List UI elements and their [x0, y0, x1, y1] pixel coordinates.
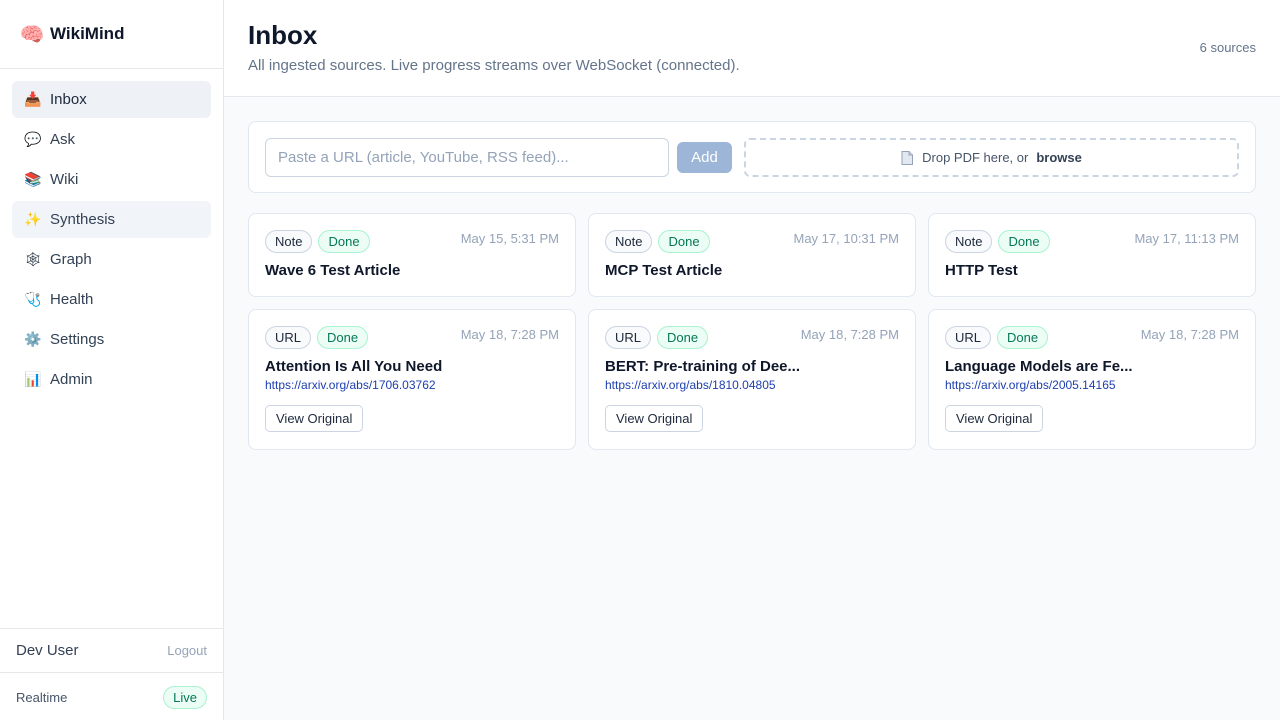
source-count: 6 sources: [1199, 40, 1256, 55]
sidebar-item-label: Ask: [50, 131, 76, 148]
sidebar: 🧠 WikiMind 📥 Inbox 💬 Ask 📚 Wiki ✨ Synthe…: [0, 0, 224, 720]
sparkles-icon: ✨: [24, 211, 42, 227]
card-date: May 15, 5:31 PM: [460, 231, 559, 246]
type-badge: URL: [945, 326, 992, 349]
sidebar-item-label: Graph: [50, 251, 92, 268]
status-badge: Done: [997, 326, 1049, 349]
brain-icon: 🧠: [19, 23, 45, 46]
inbox-tray-icon: 📥: [24, 91, 42, 107]
document-icon: [901, 150, 914, 165]
sidebar-item-label: Wiki: [50, 171, 79, 188]
user-name: Dev User: [16, 642, 79, 659]
sidebar-item-wiki[interactable]: 📚 Wiki: [12, 161, 211, 198]
speech-bubble-icon: 💬: [24, 131, 42, 147]
realtime-label: Realtime: [16, 689, 68, 705]
stethoscope-icon: 🩺: [24, 291, 42, 307]
books-icon: 📚: [24, 171, 42, 187]
sidebar-item-label: Health: [50, 291, 94, 308]
card-badges: Note Done: [945, 230, 1056, 253]
sidebar-item-label: Admin: [50, 371, 93, 388]
status-badge: Done: [998, 230, 1050, 253]
page-title: Inbox: [248, 20, 318, 50]
status-badge: Done: [658, 230, 710, 253]
network-icon: 🕸: [24, 251, 42, 267]
status-badge: Done: [318, 230, 370, 253]
logout-link[interactable]: Logout: [167, 643, 207, 658]
card-badges: URL Done: [605, 326, 714, 349]
card-title: MCP Test Article: [605, 262, 723, 279]
card-date: May 18, 7:28 PM: [800, 327, 899, 342]
type-badge: Note: [605, 230, 653, 253]
card-badges: URL Done: [265, 326, 374, 349]
type-badge: Note: [265, 230, 313, 253]
add-button[interactable]: Add: [677, 142, 732, 173]
user-row: Dev User Logout: [0, 628, 223, 673]
card-title: Attention Is All You Need: [265, 358, 443, 375]
pdf-dropzone[interactable]: Drop PDF here, or browse: [744, 138, 1239, 177]
source-card[interactable]: URL Done May 18, 7:28 PM BERT: Pre-train…: [588, 309, 916, 450]
live-status-badge: Live: [163, 685, 207, 709]
sidebar-item-graph[interactable]: 🕸 Graph: [12, 241, 211, 278]
source-card[interactable]: Note Done May 17, 10:31 PM MCP Test Arti…: [588, 213, 916, 297]
card-badges: Note Done: [265, 230, 376, 253]
sidebar-item-synthesis[interactable]: ✨ Synthesis: [12, 201, 211, 238]
card-date: May 17, 11:13 PM: [1134, 231, 1239, 246]
source-url-link[interactable]: https://arxiv.org/abs/2005.14165: [945, 378, 1116, 392]
card-title: HTTP Test: [945, 262, 1018, 279]
browse-link[interactable]: browse: [1036, 150, 1082, 165]
card-title: Language Models are Fe...: [945, 358, 1133, 375]
sidebar-item-label: Synthesis: [50, 211, 116, 228]
source-url-link[interactable]: https://arxiv.org/abs/1810.04805: [605, 378, 776, 392]
sidebar-item-label: Inbox: [50, 91, 87, 108]
sidebar-item-settings[interactable]: ⚙️ Settings: [12, 321, 211, 358]
sidebar-item-health[interactable]: 🩺 Health: [12, 281, 211, 318]
dropzone-text: Drop PDF here, or: [922, 150, 1029, 165]
type-badge: URL: [265, 326, 312, 349]
view-original-button[interactable]: View Original: [945, 405, 1044, 432]
card-badges: Note Done: [605, 230, 716, 253]
gear-icon: ⚙️: [24, 331, 42, 347]
source-card[interactable]: URL Done May 18, 7:28 PM Language Models…: [928, 309, 1256, 450]
view-original-button[interactable]: View Original: [605, 405, 704, 432]
sidebar-nav: 📥 Inbox 💬 Ask 📚 Wiki ✨ Synthesis 🕸 Graph…: [0, 69, 223, 398]
card-date: May 18, 7:28 PM: [460, 327, 559, 342]
app-name: WikiMind: [50, 24, 125, 43]
card-title: Wave 6 Test Article: [265, 262, 401, 279]
card-title: BERT: Pre-training of Dee...: [605, 358, 801, 375]
ingest-panel: Add Drop PDF here, or browse: [248, 121, 1256, 193]
status-badge: Done: [657, 326, 709, 349]
card-date: May 17, 10:31 PM: [793, 231, 900, 246]
source-card[interactable]: Note Done May 17, 11:13 PM HTTP Test: [928, 213, 1256, 297]
bar-chart-icon: 📊: [24, 371, 42, 387]
type-badge: URL: [605, 326, 652, 349]
source-url-link[interactable]: https://arxiv.org/abs/1706.03762: [265, 378, 436, 392]
sidebar-item-ask[interactable]: 💬 Ask: [12, 121, 211, 158]
source-card[interactable]: Note Done May 15, 5:31 PM Wave 6 Test Ar…: [248, 213, 576, 297]
status-badge: Done: [317, 326, 369, 349]
card-date: May 18, 7:28 PM: [1140, 327, 1239, 342]
type-badge: Note: [945, 230, 993, 253]
brand[interactable]: 🧠 WikiMind: [0, 0, 223, 69]
sidebar-item-inbox[interactable]: 📥 Inbox: [12, 81, 211, 118]
page-header: Inbox All ingested sources. Live progres…: [224, 0, 1280, 97]
sidebar-item-label: Settings: [50, 331, 105, 348]
source-card[interactable]: URL Done May 18, 7:28 PM Attention Is Al…: [248, 309, 576, 450]
view-original-button[interactable]: View Original: [265, 405, 364, 432]
realtime-row: Realtime Live: [0, 674, 223, 720]
sidebar-item-admin[interactable]: 📊 Admin: [12, 361, 211, 398]
card-badges: URL Done: [945, 326, 1054, 349]
url-input[interactable]: [265, 138, 669, 177]
page-subtitle: All ingested sources. Live progress stre…: [248, 57, 740, 74]
